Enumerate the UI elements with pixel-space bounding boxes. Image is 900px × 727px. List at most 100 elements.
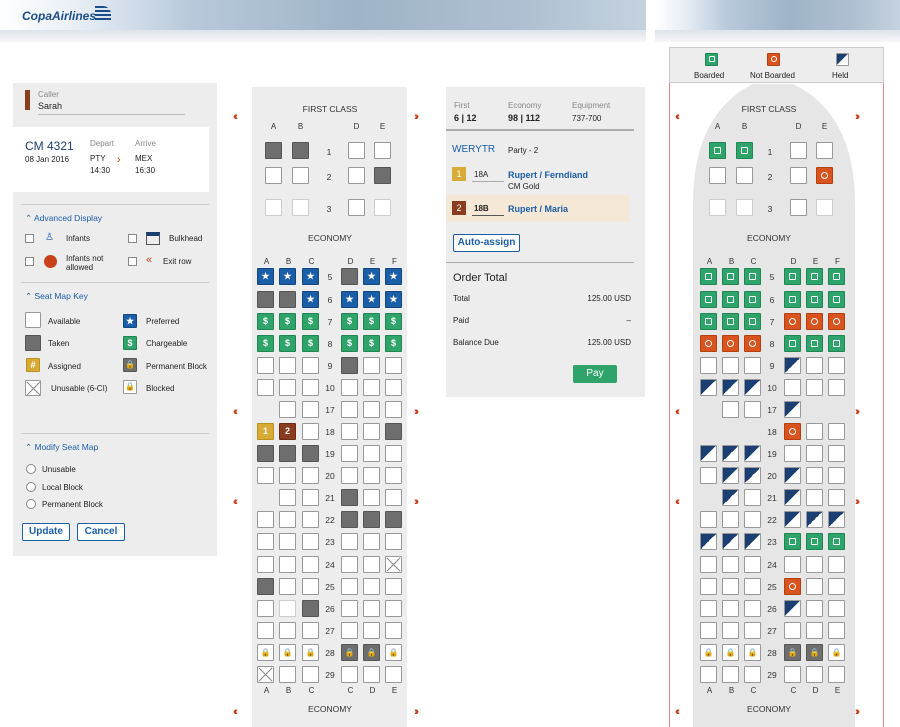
seat-20B[interactable] (722, 467, 739, 484)
seat-28E[interactable]: 🔒 (806, 644, 823, 661)
seat-6D[interactable] (784, 291, 801, 308)
seat-19B[interactable] (722, 445, 739, 462)
seat-9A[interactable] (700, 357, 717, 374)
seat-26F[interactable] (828, 600, 845, 617)
seat-19D[interactable] (784, 445, 801, 462)
seat-27C[interactable] (302, 622, 319, 639)
seat-20D[interactable] (784, 467, 801, 484)
seat-9E[interactable] (806, 357, 823, 374)
seat-24C[interactable] (744, 556, 761, 573)
seat-8E[interactable]: $ (363, 335, 380, 352)
seat-29E[interactable] (806, 666, 823, 683)
seat-29F[interactable] (828, 666, 845, 683)
seat-3B[interactable] (736, 199, 753, 216)
seat-5A[interactable] (700, 268, 717, 285)
seat-1E[interactable] (374, 142, 391, 159)
seat-23D[interactable] (784, 533, 801, 550)
seat-7E[interactable] (806, 313, 823, 330)
seat-29F[interactable] (385, 666, 402, 683)
infants-not-allowed-checkbox[interactable] (25, 257, 34, 266)
seat-23F[interactable] (828, 533, 845, 550)
seat-29C[interactable] (744, 666, 761, 683)
seat-20A[interactable] (700, 467, 717, 484)
seat-6A[interactable] (257, 291, 274, 308)
bulkhead-checkbox[interactable] (128, 234, 137, 243)
seat-19C[interactable] (302, 445, 319, 462)
seat-1D[interactable] (348, 142, 365, 159)
seat-10B[interactable] (279, 379, 296, 396)
seat-2E[interactable] (374, 167, 391, 184)
seat-21D[interactable] (341, 489, 358, 506)
seat-20F[interactable] (385, 467, 402, 484)
seat-27E[interactable] (363, 622, 380, 639)
seat-28A[interactable]: 🔒 (257, 644, 274, 661)
seat-9A[interactable] (257, 357, 274, 374)
seat-24D[interactable] (784, 556, 801, 573)
seat-22A[interactable] (700, 511, 717, 528)
seat-3A[interactable] (265, 199, 282, 216)
seat-7E[interactable]: $ (363, 313, 380, 330)
seat-29D[interactable] (341, 666, 358, 683)
seat-2E[interactable] (816, 167, 833, 184)
seat-10F[interactable] (385, 379, 402, 396)
seat-10D[interactable] (341, 379, 358, 396)
seat-25A[interactable] (700, 578, 717, 595)
seat-25F[interactable] (385, 578, 402, 595)
seat-19B[interactable] (279, 445, 296, 462)
seat-26D[interactable] (784, 600, 801, 617)
seat-23B[interactable] (722, 533, 739, 550)
seat-7D[interactable]: $ (341, 313, 358, 330)
seat-29D[interactable] (784, 666, 801, 683)
seat-5D[interactable] (784, 268, 801, 285)
seat-23B[interactable] (279, 533, 296, 550)
seat-1B[interactable] (292, 142, 309, 159)
passenger-1-name[interactable]: Rupert / Ferndiand (508, 170, 588, 180)
seat-20B[interactable] (279, 467, 296, 484)
seat-19A[interactable] (700, 445, 717, 462)
seat-5F[interactable]: ★ (385, 268, 402, 285)
seat-28B[interactable]: 🔒 (722, 644, 739, 661)
seat-27A[interactable] (257, 622, 274, 639)
passenger-2-seat[interactable]: 18B (474, 204, 489, 213)
seat-1E[interactable] (816, 142, 833, 159)
seat-10B[interactable] (722, 379, 739, 396)
seat-26F[interactable] (385, 600, 402, 617)
seat-23A[interactable] (700, 533, 717, 550)
seat-25B[interactable] (279, 578, 296, 595)
seat-18B[interactable]: 2 (279, 423, 296, 440)
seat-26B[interactable] (279, 600, 296, 617)
seat-23F[interactable] (385, 533, 402, 550)
seat-19E[interactable] (806, 445, 823, 462)
seat-5F[interactable] (828, 268, 845, 285)
seat-25B[interactable] (722, 578, 739, 595)
seat-2B[interactable] (292, 167, 309, 184)
seat-6B[interactable] (279, 291, 296, 308)
cancel-button[interactable]: Cancel (77, 523, 125, 541)
seat-7D[interactable] (784, 313, 801, 330)
seat-6C[interactable]: ★ (302, 291, 319, 308)
seat-20C[interactable] (744, 467, 761, 484)
seat-2D[interactable] (348, 167, 365, 184)
seat-27A[interactable] (700, 622, 717, 639)
seat-21F[interactable] (828, 489, 845, 506)
seat-27D[interactable] (341, 622, 358, 639)
seat-23D[interactable] (341, 533, 358, 550)
seat-22E[interactable] (806, 511, 823, 528)
seat-28D[interactable]: 🔒 (784, 644, 801, 661)
seat-18F[interactable] (828, 423, 845, 440)
seat-28E[interactable]: 🔒 (363, 644, 380, 661)
seat-2B[interactable] (736, 167, 753, 184)
seat-10A[interactable] (257, 379, 274, 396)
seat-26B[interactable] (722, 600, 739, 617)
seat-21F[interactable] (385, 489, 402, 506)
seat-28F[interactable]: 🔒 (828, 644, 845, 661)
seat-17C[interactable] (744, 401, 761, 418)
seat-20D[interactable] (341, 467, 358, 484)
seat-21C[interactable] (302, 489, 319, 506)
seat-17D[interactable] (341, 401, 358, 418)
seat-2D[interactable] (790, 167, 807, 184)
seat-29E[interactable] (363, 666, 380, 683)
seat-5E[interactable]: ★ (363, 268, 380, 285)
seat-24F[interactable] (828, 556, 845, 573)
seat-17B[interactable] (279, 401, 296, 418)
